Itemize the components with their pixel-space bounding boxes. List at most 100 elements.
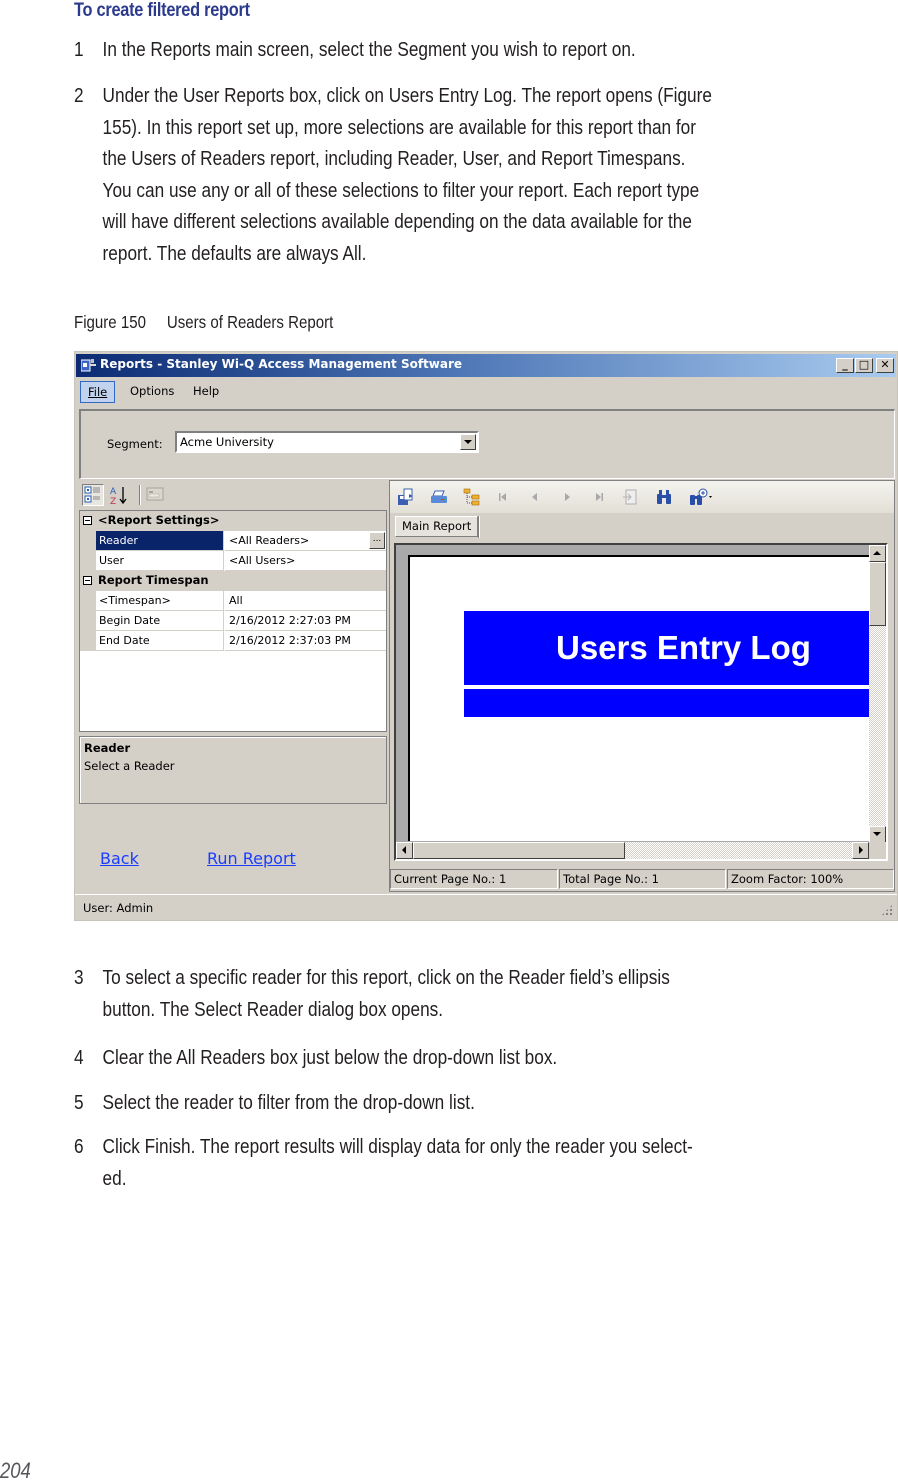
row-gutter	[80, 631, 96, 651]
window-status-bar: User: Admin	[75, 894, 897, 920]
category-report-timespan[interactable]: Report Timespan	[80, 571, 386, 591]
property-name: <Timespan>	[96, 591, 224, 611]
property-grid: <Report Settings> Reader <All Readers> .…	[79, 510, 387, 732]
alphabetical-button[interactable]: A Z	[108, 484, 130, 507]
resize-grip-icon[interactable]	[881, 904, 893, 916]
goto-page-icon[interactable]	[622, 488, 640, 506]
property-value[interactable]: <All Readers>	[225, 531, 386, 551]
viewer-status-bar: Current Page No.: 1 Total Page No.: 1 Zo…	[390, 867, 894, 891]
minimize-button[interactable]: _	[836, 358, 854, 373]
report-page: Users Entry Log	[408, 555, 870, 841]
maximize-button[interactable]: □	[855, 358, 873, 373]
property-name: End Date	[96, 631, 224, 651]
property-row-end-date[interactable]: End Date 2/16/2012 2:37:03 PM	[80, 631, 386, 651]
logged-in-user: User: Admin	[83, 901, 154, 915]
collapse-icon[interactable]	[83, 576, 92, 585]
property-name: User	[96, 551, 224, 571]
property-value[interactable]: 2/16/2012 2:37:03 PM	[225, 631, 386, 651]
property-pages-button[interactable]	[145, 484, 167, 506]
row-gutter	[80, 611, 96, 631]
zoom-icon[interactable]	[688, 488, 716, 506]
app-icon	[81, 359, 96, 372]
property-row-timespan[interactable]: <Timespan> All	[80, 591, 386, 611]
window-title: Reports - Stanley Wi-Q Access Management…	[100, 357, 463, 371]
current-page-status: Current Page No.: 1	[390, 869, 558, 889]
categorized-button[interactable]	[82, 484, 104, 506]
step-text: In the Reports main screen, select the S…	[102, 38, 636, 61]
total-page-status: Total Page No.: 1	[559, 869, 726, 889]
category-label: <Report Settings>	[98, 513, 220, 527]
title-bar: Reports - Stanley Wi-Q Access Management…	[76, 354, 896, 377]
reports-window: Reports - Stanley Wi-Q Access Management…	[74, 351, 898, 921]
back-link[interactable]: Back	[100, 849, 139, 868]
previous-page-icon[interactable]	[526, 488, 544, 506]
next-page-icon[interactable]	[558, 488, 576, 506]
property-name: Begin Date	[96, 611, 224, 631]
step-number: 4	[74, 1046, 84, 1069]
row-gutter	[80, 531, 96, 551]
svg-text:Z: Z	[110, 497, 116, 506]
print-icon[interactable]	[430, 488, 448, 506]
menu-options[interactable]: Options	[123, 381, 181, 403]
vertical-scroll-thumb[interactable]	[869, 562, 886, 626]
svg-text:A: A	[110, 487, 117, 497]
scroll-down-button[interactable]	[869, 826, 886, 843]
step-text: To select a specific reader for this rep…	[102, 966, 670, 1021]
row-gutter	[80, 591, 96, 611]
tab-separator	[478, 516, 480, 538]
report-viewer: Main Report Users Entry Log Current Page…	[389, 480, 895, 892]
collapse-icon[interactable]	[83, 516, 92, 525]
scroll-left-button[interactable]	[396, 842, 413, 859]
step-text: Click Finish. The report results will di…	[102, 1135, 693, 1190]
tab-main-report[interactable]: Main Report	[395, 516, 479, 537]
segment-dropdown[interactable]: Acme University	[175, 431, 479, 453]
segment-value: Acme University	[180, 435, 274, 449]
categorized-icon	[84, 486, 100, 503]
row-gutter	[80, 551, 96, 571]
property-value[interactable]: 2/16/2012 2:27:03 PM	[225, 611, 386, 631]
segment-panel: Segment: Acme University	[79, 409, 895, 479]
property-row-reader[interactable]: Reader <All Readers> ...	[80, 531, 386, 551]
scrollbar-corner	[869, 842, 886, 859]
category-report-settings[interactable]: <Report Settings>	[80, 511, 386, 531]
property-value[interactable]: <All Users>	[225, 551, 386, 571]
vertical-scrollbar[interactable]	[869, 545, 886, 843]
run-report-link[interactable]: Run Report	[207, 849, 296, 868]
help-title: Reader	[84, 741, 131, 755]
section-heading: To create filtered report	[74, 0, 250, 21]
menu-options-label: Options	[130, 384, 175, 398]
group-tree-icon[interactable]	[463, 488, 481, 506]
report-canvas: Users Entry Log	[394, 543, 888, 861]
step-number: 5	[74, 1091, 84, 1114]
menu-bar: File Options Help	[79, 380, 893, 404]
step-number: 3	[74, 966, 84, 989]
scroll-up-button[interactable]	[869, 545, 886, 562]
property-value[interactable]: All	[225, 591, 386, 611]
horizontal-scrollbar[interactable]	[396, 842, 869, 859]
property-row-begin-date[interactable]: Begin Date 2/16/2012 2:27:03 PM	[80, 611, 386, 631]
step-text: Select the reader to filter from the dro…	[102, 1091, 475, 1114]
menu-help[interactable]: Help	[186, 381, 226, 403]
scroll-right-button[interactable]	[852, 842, 869, 859]
report-tabstrip: Main Report	[390, 513, 894, 539]
alphabetical-sort-icon: A Z	[110, 487, 127, 507]
chevron-down-icon[interactable]	[460, 434, 476, 450]
property-help-panel: Reader Select a Reader	[79, 736, 387, 804]
step-text: Under the User Reports box, click on Use…	[102, 84, 712, 265]
first-page-icon[interactable]	[494, 488, 512, 506]
export-icon[interactable]	[397, 488, 415, 506]
ellipsis-button[interactable]: ...	[369, 532, 385, 549]
search-icon[interactable]	[655, 488, 673, 506]
step-number: 1	[74, 38, 84, 61]
report-title: Users Entry Log	[556, 629, 811, 666]
category-label: Report Timespan	[98, 573, 209, 587]
menu-file[interactable]: File	[80, 381, 116, 403]
report-title-banner: Users Entry Log	[464, 611, 870, 685]
horizontal-scroll-thumb[interactable]	[413, 842, 625, 859]
close-button[interactable]: ✕	[876, 358, 894, 373]
last-page-icon[interactable]	[590, 488, 608, 506]
step-number: 6	[74, 1135, 84, 1158]
step-number: 2	[74, 84, 84, 107]
property-row-user[interactable]: User <All Users>	[80, 551, 386, 571]
toolbar-separator	[139, 485, 141, 505]
